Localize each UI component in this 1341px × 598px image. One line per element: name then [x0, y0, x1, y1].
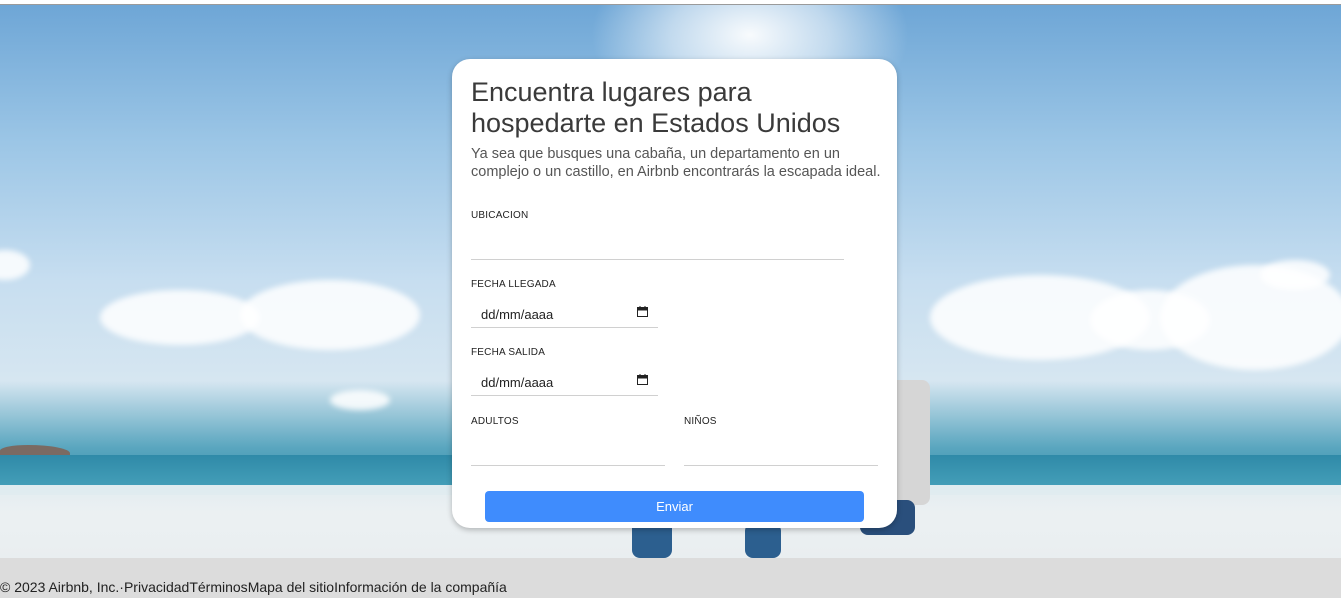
footer-link-sitemap[interactable]: Mapa del sitio — [248, 579, 334, 595]
footer: © 2023 Airbnb, Inc.·PrivacidadTérminosMa… — [0, 558, 1341, 598]
footer-copyright: © 2023 Airbnb, Inc. — [0, 579, 120, 595]
arrival-date-value: dd/mm/aaaa — [481, 307, 554, 322]
footer-links: © 2023 Airbnb, Inc.·PrivacidadTérminosMa… — [0, 579, 507, 595]
adults-label: ADULTOS — [471, 416, 519, 427]
departure-date-field[interactable]: dd/mm/aaaa — [471, 368, 658, 396]
location-label: UBICACION — [471, 210, 529, 221]
footer-link-privacy[interactable]: Privacidad — [124, 579, 189, 595]
footer-link-terms[interactable]: Términos — [189, 579, 247, 595]
footer-link-company-info[interactable]: Información de la compañía — [334, 579, 507, 595]
departure-date-value: dd/mm/aaaa — [481, 375, 554, 390]
children-input[interactable] — [684, 439, 878, 466]
arrival-date-field[interactable]: dd/mm/aaaa — [471, 300, 658, 328]
location-input[interactable] — [471, 233, 844, 260]
page-subtitle: Ya sea que busques una cabaña, un depart… — [471, 146, 881, 180]
search-card: Encuentra lugares para hospedarte en Est… — [452, 59, 897, 528]
children-label: NIÑOS — [684, 416, 717, 427]
departure-date-label: FECHA SALIDA — [471, 347, 546, 358]
submit-button[interactable]: Enviar — [485, 491, 864, 522]
arrival-date-label: FECHA LLEGADA — [471, 279, 556, 290]
calendar-icon[interactable] — [637, 306, 648, 317]
page-title: Encuentra lugares para hospedarte en Est… — [471, 77, 841, 138]
adults-input[interactable] — [471, 439, 665, 466]
calendar-icon[interactable] — [637, 374, 648, 385]
